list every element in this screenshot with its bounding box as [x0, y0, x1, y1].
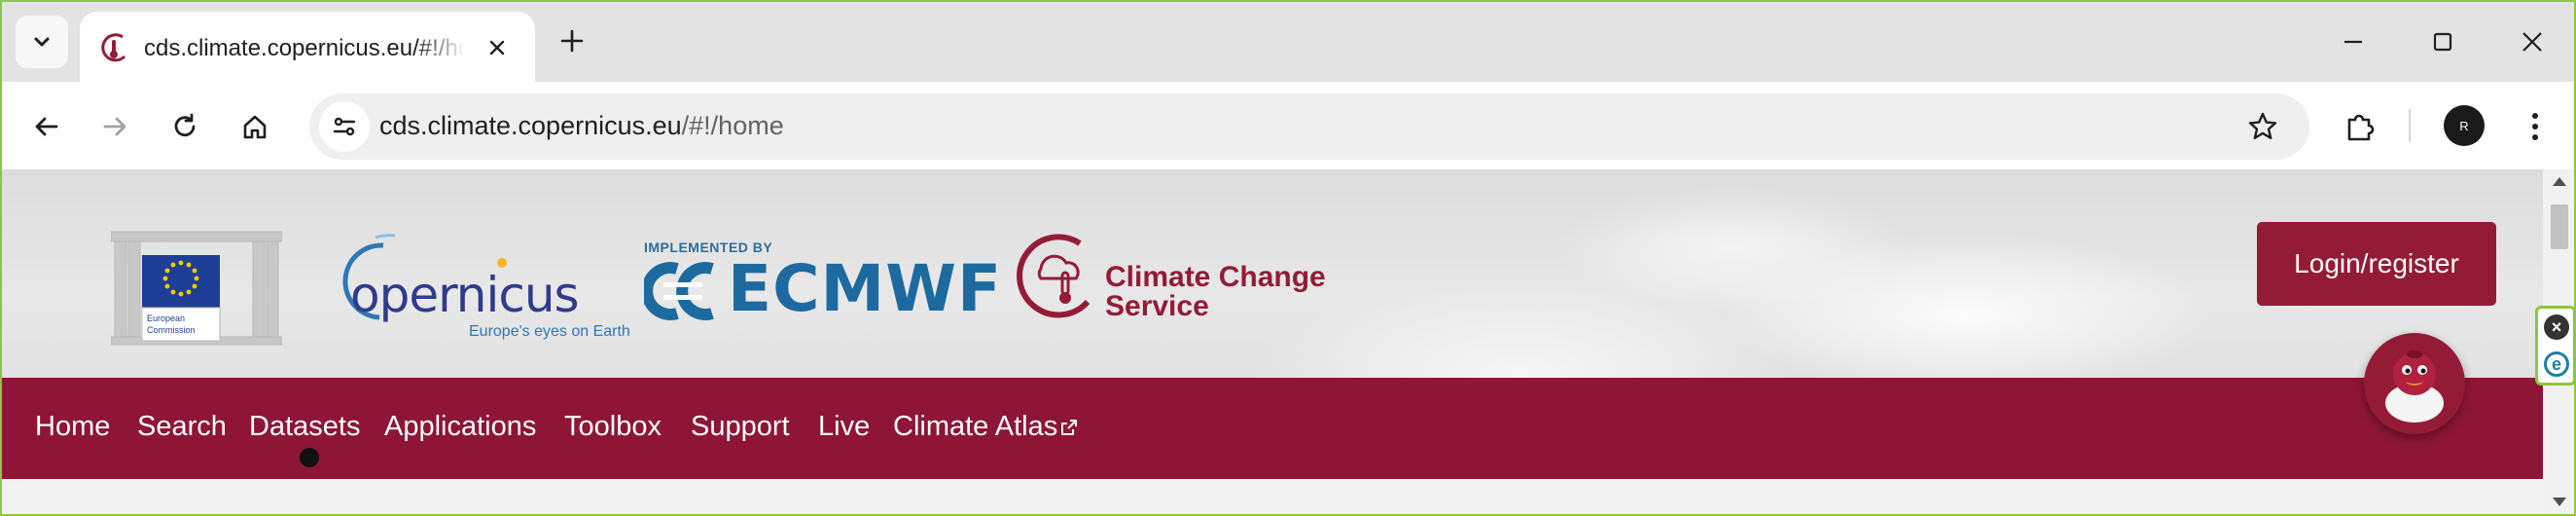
kebab-menu-icon [2532, 113, 2538, 140]
page-header: European Commission opernicus Europe's e… [2, 169, 2543, 378]
widget-close-button[interactable]: × [2544, 314, 2569, 340]
minimize-button[interactable] [2329, 18, 2378, 66]
c3s-line1: Climate Change [1105, 261, 1326, 293]
browser-menu-button[interactable] [2510, 101, 2560, 152]
new-tab-button[interactable] [553, 21, 591, 60]
nav-datasets[interactable]: Datasets [249, 411, 360, 443]
web-page: European Commission opernicus Europe's e… [2, 169, 2543, 514]
profile-avatar[interactable]: R [2444, 105, 2485, 146]
plus-icon [560, 29, 584, 53]
tab-active[interactable]: cds.climate.copernicus.eu/#!/home [80, 12, 535, 82]
forward-button[interactable] [89, 101, 140, 152]
url-text: cds.climate.copernicus.eu/#!/home [379, 111, 784, 141]
eu-caption-1: European [147, 313, 185, 323]
close-icon [2522, 32, 2542, 52]
close-icon [489, 40, 505, 55]
tab-close-button[interactable] [479, 29, 516, 66]
login-register-button[interactable]: Login/register [2257, 222, 2496, 306]
nav-live[interactable]: Live [818, 411, 870, 443]
external-link-icon [1061, 420, 1078, 436]
maximize-button[interactable] [2418, 18, 2467, 66]
nav-climate-atlas[interactable]: Climate Atlas [893, 411, 1079, 443]
eu-caption-2: Commission [147, 325, 196, 335]
reload-icon [174, 113, 196, 137]
site-info-button[interactable] [319, 101, 370, 152]
star-icon [2248, 112, 2277, 139]
scroll-down-arrow[interactable] [2553, 498, 2566, 506]
c3s-logo-text: Climate Change Service [1105, 263, 1326, 321]
main-nav: Home Search Datasets Applications Toolbo… [2, 378, 2543, 479]
browser-window: cds.climate.copernicus.eu/#!/home [0, 0, 2576, 516]
browser-toolbar: cds.climate.copernicus.eu/#!/home R [2, 82, 2574, 169]
home-icon [243, 115, 267, 139]
maximize-icon [2433, 32, 2452, 52]
c3s-line2: Service [1105, 290, 1209, 322]
chevron-down-icon [34, 37, 50, 47]
scroll-thumb[interactable] [2551, 204, 2568, 249]
scroll-up-arrow[interactable] [2553, 177, 2566, 186]
tab-strip: cds.climate.copernicus.eu/#!/home [2, 2, 2574, 82]
extension-side-widget: × e [2535, 306, 2574, 386]
nav-search[interactable]: Search [137, 411, 227, 443]
close-window-button[interactable] [2508, 18, 2557, 66]
home-button[interactable] [230, 101, 280, 152]
c3s-logo-mark [1017, 234, 1091, 318]
nav-home[interactable]: Home [35, 411, 110, 443]
tab-title: cds.climate.copernicus.eu/#!/home [144, 35, 465, 61]
toolbar-separator [2409, 109, 2411, 142]
european-commission-logo: European Commission [111, 231, 282, 346]
site-info-icon [333, 117, 356, 136]
chatbot-launcher[interactable] [2364, 333, 2465, 434]
nav-applications[interactable]: Applications [384, 411, 536, 443]
tab-search-button[interactable] [16, 16, 68, 68]
copernicus-tagline: Europe's eyes on Earth [469, 323, 630, 340]
forward-icon [103, 117, 126, 136]
back-icon [35, 117, 58, 136]
bookmark-button[interactable] [2243, 107, 2282, 146]
minimize-icon [2344, 40, 2362, 44]
extensions-icon [2347, 114, 2375, 141]
ecmwf-word: ECMWF [728, 251, 1003, 326]
profile-initial: R [2459, 118, 2469, 133]
mouse-cursor [300, 448, 319, 467]
nav-toolbox[interactable]: Toolbox [564, 411, 662, 443]
url-path: /#!/home [681, 111, 784, 140]
duck-mascot-icon [2385, 350, 2444, 423]
nav-support[interactable]: Support [691, 411, 790, 443]
back-button[interactable] [21, 101, 72, 152]
address-bar[interactable]: cds.climate.copernicus.eu/#!/home [309, 93, 2309, 160]
widget-e-button[interactable]: e [2544, 351, 2569, 377]
ecmwf-logo-mark [644, 262, 714, 320]
favicon-c3s-icon [101, 33, 126, 62]
nav-climate-atlas-label: Climate Atlas [893, 411, 1058, 442]
extensions-button[interactable] [2335, 101, 2385, 152]
copernicus-word: opernicus [350, 267, 580, 323]
reload-button[interactable] [160, 101, 210, 152]
url-host: cds.climate.copernicus.eu [379, 111, 682, 140]
